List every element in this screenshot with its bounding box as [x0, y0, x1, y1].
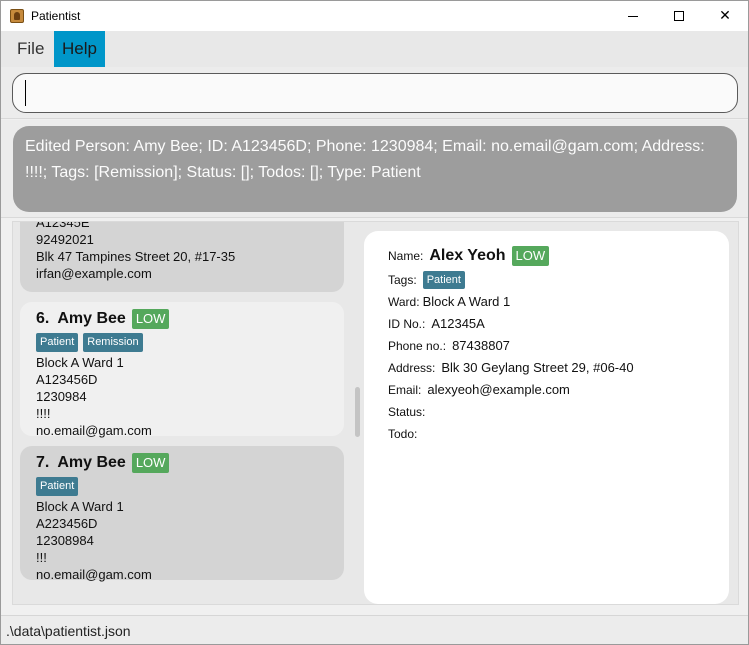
detail-address-row: Address: Blk 30 Geylang Street 29, #06-4… [388, 357, 705, 379]
detail-ward: Block A Ward 1 [422, 294, 511, 309]
detail-ward-label: Ward: [388, 295, 420, 309]
minimize-button[interactable] [610, 1, 656, 31]
detail-name-row: Name: Alex Yeoh LOW [388, 243, 705, 269]
card-index: 7. [36, 454, 50, 471]
card-phone: 12308984 [36, 533, 94, 548]
list-item[interactable]: 6. Amy Bee LOW Patient Remission Block A… [20, 302, 344, 438]
detail-phone: 87438807 [452, 338, 510, 353]
card-email: no.email@gam.com [36, 423, 152, 438]
detail-todo-label: Todo: [388, 427, 418, 441]
card-address: !!! [36, 550, 47, 565]
card-id: A123456D [36, 372, 98, 387]
detail-name: Alex Yeoh [429, 247, 506, 264]
status-bar: .\data\patientist.json [1, 615, 748, 644]
tags-row: Patient [36, 477, 328, 496]
detail-id: A12345A [431, 316, 485, 331]
card-email: irfan@example.com [36, 266, 152, 281]
app-window: Patientist ✕ File Help Edited Person: Am… [0, 0, 749, 645]
card-phone: 1230984 [36, 389, 87, 404]
card-ward: Block A Ward 1 [36, 499, 124, 514]
detail-status-label: Status: [388, 405, 426, 419]
maximize-button[interactable] [656, 1, 702, 31]
detail-status-row: Status: [388, 401, 705, 423]
app-icon [10, 9, 24, 23]
person-detail-panel: Name: Alex Yeoh LOW Tags: Patient Ward: … [364, 231, 729, 604]
text-caret [25, 80, 26, 106]
tag: Patient [422, 271, 465, 289]
detail-phone-label: Phone no.: [388, 339, 447, 353]
close-icon: ✕ [719, 8, 731, 24]
detail-address-label: Address: [388, 361, 436, 375]
card-id: A12345E [36, 222, 90, 230]
detail-name-label: Name: [388, 249, 424, 263]
tag: Remission [83, 333, 143, 352]
detail-ward-row: Ward: Block A Ward 1 [388, 291, 705, 313]
card-name: Amy Bee [57, 454, 126, 471]
minimize-icon [628, 15, 638, 17]
card-id: A223456D [36, 516, 98, 531]
card-email: no.email@gam.com [36, 567, 152, 582]
detail-tags-label: Tags: [388, 273, 417, 287]
card-index: 6. [36, 310, 50, 327]
person-list[interactable]: A12345E 92492021 Blk 47 Tampines Street … [13, 222, 355, 604]
detail-id-label: ID No.: [388, 317, 426, 331]
detail-id-row: ID No.: A12345A [388, 313, 705, 335]
menu-file[interactable]: File [9, 31, 52, 67]
card-phone: 92492021 [36, 232, 94, 247]
tag: Patient [36, 333, 79, 352]
detail-phone-row: Phone no.: 87438807 [388, 335, 705, 357]
window-title: Patientist [31, 9, 81, 23]
result-display: Edited Person: Amy Bee; ID: A123456D; Ph… [13, 126, 737, 212]
maximize-icon [674, 11, 684, 21]
status-badge: LOW [131, 453, 170, 473]
menu-bar: File Help [1, 31, 748, 67]
card-address: Blk 47 Tampines Street 20, #17-35 [36, 249, 236, 264]
detail-address: Blk 30 Geylang Street 29, #06-40 [441, 360, 634, 375]
menu-help[interactable]: Help [54, 31, 105, 67]
status-badge: LOW [131, 309, 170, 329]
result-area: Edited Person: Amy Bee; ID: A123456D; Ph… [1, 120, 748, 218]
detail-email: alexyeoh@example.com [427, 382, 570, 397]
tags-row: Patient Remission [36, 333, 328, 352]
list-item[interactable]: A12345E 92492021 Blk 47 Tampines Street … [20, 222, 344, 292]
detail-todo-row: Todo: [388, 423, 705, 445]
card-header: 6. Amy Bee LOW [36, 308, 328, 330]
command-input[interactable] [12, 73, 738, 113]
card-address: !!!! [36, 406, 51, 421]
card-header: 7. Amy Bee LOW [36, 452, 328, 474]
detail-email-row: Email: alexyeoh@example.com [388, 379, 705, 401]
card-name: Amy Bee [57, 310, 126, 327]
status-badge: LOW [511, 246, 550, 266]
title-bar: Patientist ✕ [1, 1, 748, 31]
close-button[interactable]: ✕ [702, 1, 748, 31]
list-item[interactable]: 7. Amy Bee LOW Patient Block A Ward 1 A2… [20, 446, 344, 582]
detail-tags-row: Tags: Patient [388, 269, 705, 291]
card-ward: Block A Ward 1 [36, 355, 124, 370]
detail-email-label: Email: [388, 383, 422, 397]
command-area [1, 67, 748, 119]
main-pane: A12345E 92492021 Blk 47 Tampines Street … [12, 221, 739, 605]
list-scrollbar[interactable] [355, 387, 360, 437]
tag: Patient [36, 477, 79, 496]
